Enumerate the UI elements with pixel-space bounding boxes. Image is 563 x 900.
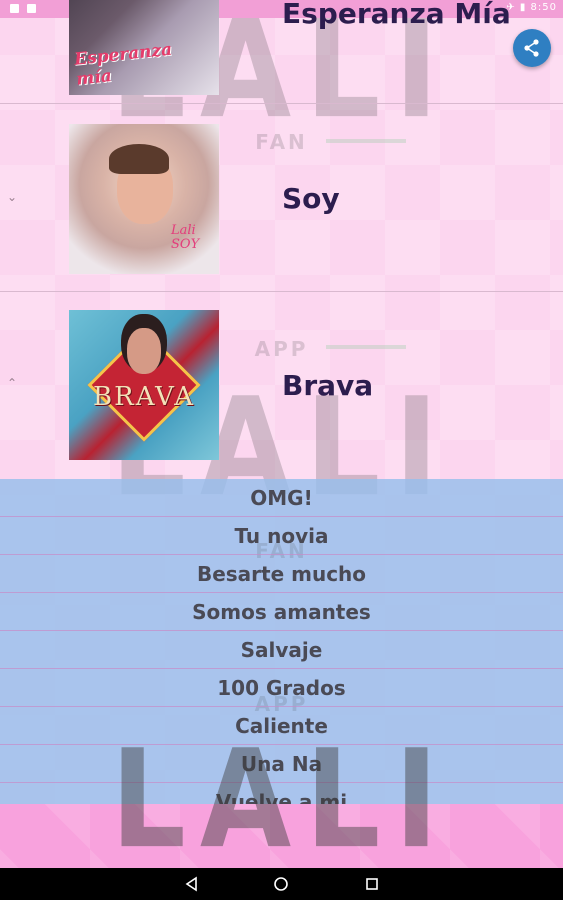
album-cover-text: Esperanza mía <box>73 39 174 90</box>
song-item[interactable]: Besarte mucho <box>0 555 563 593</box>
album-row[interactable]: Esperanza mía Esperanza Mía <box>0 0 563 104</box>
watermark-lali-bottom: LALI <box>110 719 453 879</box>
album-cover-text: BRAVA <box>93 382 195 412</box>
song-item[interactable]: Tu novia <box>0 517 563 555</box>
share-icon <box>524 39 539 57</box>
home-icon[interactable] <box>273 876 289 892</box>
album-title: Soy <box>282 182 340 215</box>
recents-icon[interactable] <box>364 876 380 892</box>
song-item[interactable]: 100 Grados <box>0 669 563 707</box>
album-cover-face <box>127 328 161 374</box>
back-icon[interactable] <box>184 876 200 892</box>
album-cover: Lali SOY <box>69 124 219 274</box>
chevron-up-icon: ⌃ <box>7 376 18 390</box>
album-title: Esperanza Mía <box>282 0 511 30</box>
song-item[interactable]: Salvaje <box>0 631 563 669</box>
album-title: Brava <box>282 369 374 402</box>
album-cover-text: Lali SOY <box>171 223 200 252</box>
album-cover-hair <box>109 144 169 174</box>
album-row[interactable]: ⌃ BRAVA Brava <box>0 292 563 479</box>
chevron-down-icon: ⌄ <box>7 190 18 204</box>
album-cover: BRAVA <box>69 310 219 460</box>
album-row[interactable]: ⌄ Lali SOY Soy <box>0 104 563 292</box>
share-button[interactable] <box>513 29 551 67</box>
song-item[interactable]: Somos amantes <box>0 593 563 631</box>
navigation-bar <box>0 868 563 900</box>
album-cover: Esperanza mía <box>69 0 219 95</box>
song-item[interactable]: OMG! <box>0 479 563 517</box>
